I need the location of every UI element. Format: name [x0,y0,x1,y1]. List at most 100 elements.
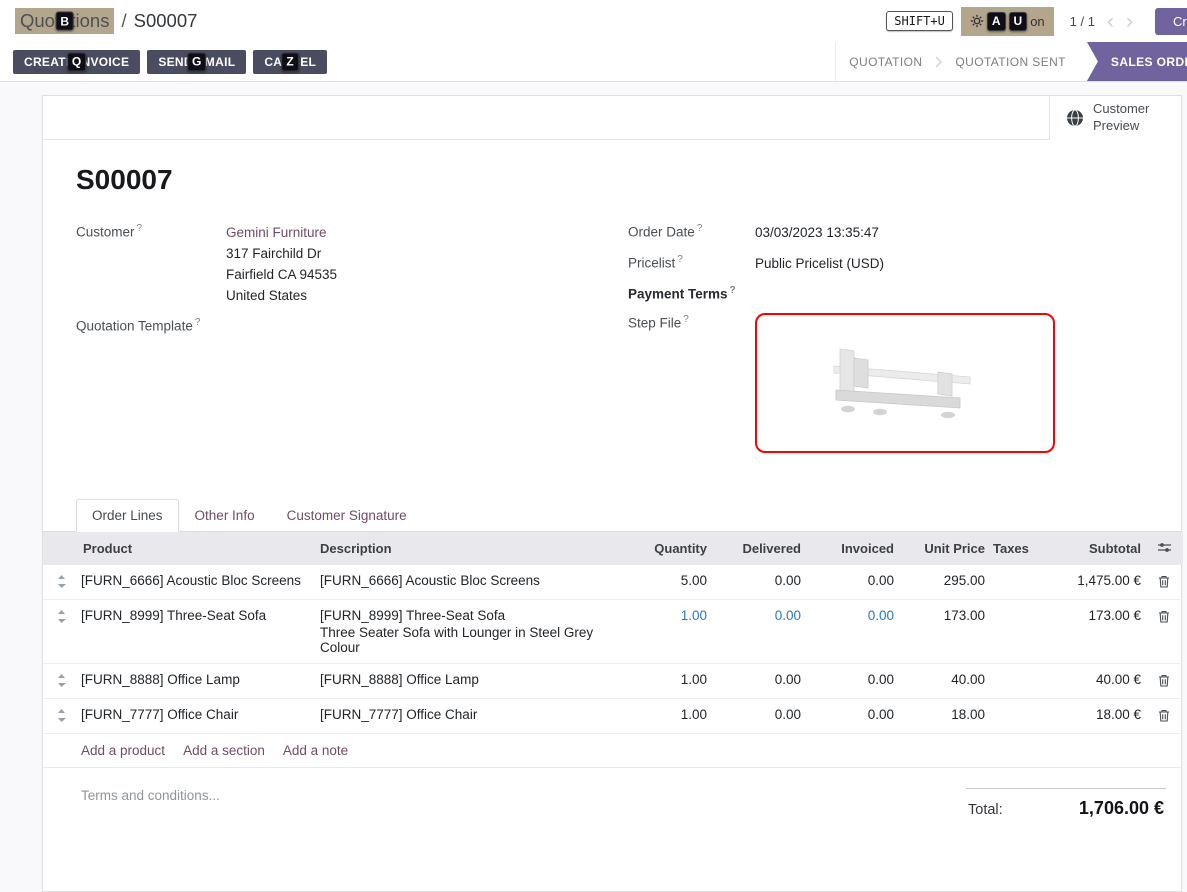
delete-line-icon[interactable] [1145,600,1183,664]
field-column-right: Order Date? 03/03/2023 13:35:47 Pricelis… [612,222,1148,463]
cell-taxes[interactable] [989,600,1041,664]
tab-bar: Order Lines Other Info Customer Signatur… [43,499,1181,532]
list-footer-links: Add a product Add a section Add a note [43,734,1181,768]
cell-quantity[interactable]: 1.00 [616,600,711,664]
order-date-value[interactable]: 03/03/2023 13:35:47 [755,222,879,243]
order-line-row[interactable]: [FURN_8888] Office Lamp [FURN_8888] Offi… [43,664,1183,699]
create-button[interactable]: Create [1155,8,1187,35]
notebook: Order Lines Other Info Customer Signatur… [43,499,1181,768]
stage-sales-order-active[interactable]: SALES ORDER [1087,42,1187,81]
pager-value: 1 / 1 [1070,14,1095,29]
order-line-row[interactable]: [FURN_6666] Acoustic Bloc Screens [FURN_… [43,565,1183,600]
delete-line-icon[interactable] [1145,699,1183,734]
cell-taxes[interactable] [989,565,1041,600]
cell-product[interactable]: [FURN_6666] Acoustic Bloc Screens [79,565,316,600]
action-menu-button[interactable]: A U on [961,7,1054,36]
customer-address-line: 317 Fairchild Dr [226,243,337,264]
drag-handle-icon[interactable] [43,699,79,734]
cell-invoiced[interactable]: 0.00 [805,600,898,664]
col-taxes: Taxes [989,532,1041,565]
create-invoice-button[interactable]: CREATE INVOICE Q [13,50,140,74]
record-title[interactable]: S00007 [76,164,1148,196]
cell-unit-price[interactable]: 173.00 [898,600,989,664]
cell-description[interactable]: [FURN_6666] Acoustic Bloc Screens [316,565,616,600]
hotkey-overlay-q: Q [67,52,87,71]
drag-handle-icon[interactable] [43,600,79,664]
cell-taxes[interactable] [989,664,1041,699]
customer-address-line: United States [226,285,337,306]
hotkey-overlay-u: U [1009,12,1028,31]
hotkey-overlay-g: G [187,52,207,71]
cell-delivered[interactable]: 0.00 [711,600,805,664]
cell-product[interactable]: [FURN_8888] Office Lamp [79,664,316,699]
field-grid: Customer? Gemini Furniture 317 Fairchild… [76,222,1148,463]
quotation-template-label: Quotation Template? [76,316,226,334]
stage-quotation[interactable]: QUOTATION [836,55,935,69]
col-description: Description [316,532,616,565]
col-unit-price: Unit Price [898,532,989,565]
cell-invoiced[interactable]: 0.00 [805,664,898,699]
add-note-link[interactable]: Add a note [283,743,348,758]
order-line-row[interactable]: [FURN_8999] Three-Seat Sofa [FURN_8999] … [43,600,1183,664]
drag-handle-icon[interactable] [43,664,79,699]
pager-next-icon[interactable]: › [1120,11,1139,32]
cell-product[interactable]: [FURN_8999] Three-Seat Sofa [79,600,316,664]
cell-quantity[interactable]: 1.00 [616,699,711,734]
stage-chevron-icon [935,56,942,68]
delete-line-icon[interactable] [1145,565,1183,600]
pricelist-label: Pricelist? [628,253,755,271]
form-sheet: Customer Preview S00007 Customer? Gemini… [42,95,1182,892]
customer-preview-button[interactable]: Customer Preview [1049,96,1181,140]
globe-icon [1066,109,1084,127]
cancel-button[interactable]: CANCEL Z [253,50,327,74]
optional-columns-icon[interactable] [1145,532,1183,565]
breadcrumb-quotations-link[interactable]: Quotations B [15,8,114,34]
order-line-row[interactable]: [FURN_7777] Office Chair [FURN_7777] Off… [43,699,1183,734]
cell-product[interactable]: [FURN_7777] Office Chair [79,699,316,734]
cell-description[interactable]: [FURN_7777] Office Chair [316,699,616,734]
control-panel: Quotations B / S00007 SHIFT+U A U on 1 [0,0,1187,82]
terms-placeholder[interactable]: Terms and conditions... [81,788,220,803]
cell-subtotal: 18.00 € [1041,699,1145,734]
action-menu-label: on [1030,14,1044,29]
pricelist-value[interactable]: Public Pricelist (USD) [755,253,884,274]
cell-quantity[interactable]: 1.00 [616,664,711,699]
field-customer: Customer? Gemini Furniture 317 Fairchild… [76,222,612,306]
tab-customer-signature[interactable]: Customer Signature [271,499,423,532]
cell-invoiced[interactable]: 0.00 [805,699,898,734]
customer-link[interactable]: Gemini Furniture [226,225,327,240]
tab-other-info[interactable]: Other Info [179,499,271,532]
button-box: Customer Preview [43,96,1181,140]
drag-handle-icon[interactable] [43,565,79,600]
cell-delivered[interactable]: 0.00 [711,565,805,600]
cell-description[interactable]: [FURN_8999] Three-Seat Sofa Three Seater… [316,600,616,664]
add-section-link[interactable]: Add a section [183,743,265,758]
help-icon: ? [697,223,703,234]
order-date-label: Order Date? [628,222,755,240]
breadcrumb-separator: / [121,10,126,32]
cell-unit-price[interactable]: 295.00 [898,565,989,600]
cell-invoiced[interactable]: 0.00 [805,565,898,600]
send-email-button[interactable]: SEND EMAIL G [147,50,246,74]
pager-previous-icon[interactable]: ‹ [1101,11,1120,32]
step-file-value [755,313,1055,453]
hotkey-overlay-b: B [55,12,74,31]
sheet-footer: Terms and conditions... Total: 1,706.00 … [43,768,1181,891]
delete-line-icon[interactable] [1145,664,1183,699]
field-payment-terms: Payment Terms? [628,284,1148,303]
cell-subtotal: 40.00 € [1041,664,1145,699]
cell-description[interactable]: [FURN_8888] Office Lamp [316,664,616,699]
cell-unit-price[interactable]: 40.00 [898,664,989,699]
order-total: Total: 1,706.00 € [966,788,1166,831]
add-product-link[interactable]: Add a product [81,743,165,758]
cell-delivered[interactable]: 0.00 [711,699,805,734]
cell-quantity[interactable]: 5.00 [616,565,711,600]
cell-delivered[interactable]: 0.00 [711,664,805,699]
stage-quotation-sent[interactable]: QUOTATION SENT [942,55,1079,69]
cell-unit-price[interactable]: 18.00 [898,699,989,734]
step-file-preview[interactable] [755,313,1055,453]
content-area: Customer Preview S00007 Customer? Gemini… [0,82,1187,892]
tab-order-lines[interactable]: Order Lines [76,499,179,532]
cell-taxes[interactable] [989,699,1041,734]
help-icon: ? [677,254,683,265]
